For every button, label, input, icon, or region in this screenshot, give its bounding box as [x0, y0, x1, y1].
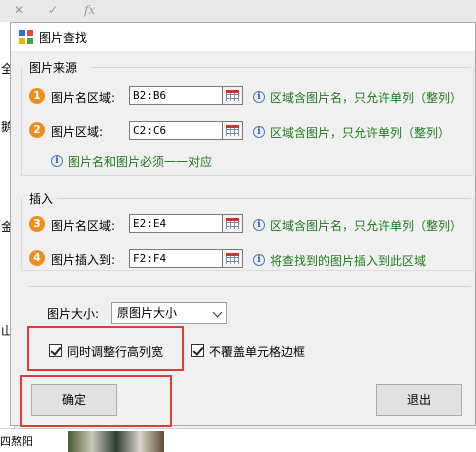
cell-picture [68, 431, 164, 452]
keep-border-label[interactable]: 不覆盖单元格边框 [209, 343, 305, 360]
exit-button[interactable]: 退出 [376, 384, 462, 416]
section-divider [29, 286, 471, 287]
cancel-formula-icon[interactable]: ✕ [14, 3, 24, 17]
image-size-select[interactable]: 原图片大小 [111, 302, 227, 324]
formula-bar: ✕ ✓ fx [0, 0, 476, 23]
dialog-title: 图片查找 [39, 31, 88, 45]
sheet-bottom-row: 四熬阳 [0, 428, 476, 452]
confirm-formula-icon[interactable]: ✓ [48, 3, 58, 17]
image-size-value: 原图片大小 [117, 306, 178, 320]
insert-group-frame [21, 198, 474, 271]
source-group-frame [21, 67, 474, 176]
cell-text: 四熬阳 [0, 435, 33, 448]
highlight-box [20, 375, 172, 427]
title-bar: 图片查找 [11, 23, 475, 51]
highlight-box [27, 326, 184, 371]
chevron-down-icon [212, 307, 223, 318]
image-lookup-dialog: 图片查找 图片来源 1 图片名区域: B2:B6 i 区域含图片名，只允许单列（… [10, 22, 476, 427]
fx-icon[interactable]: fx [84, 3, 95, 17]
keep-border-checkbox[interactable] [191, 344, 204, 357]
image-size-label: 图片大小: [47, 307, 100, 321]
app-icon [19, 30, 33, 44]
